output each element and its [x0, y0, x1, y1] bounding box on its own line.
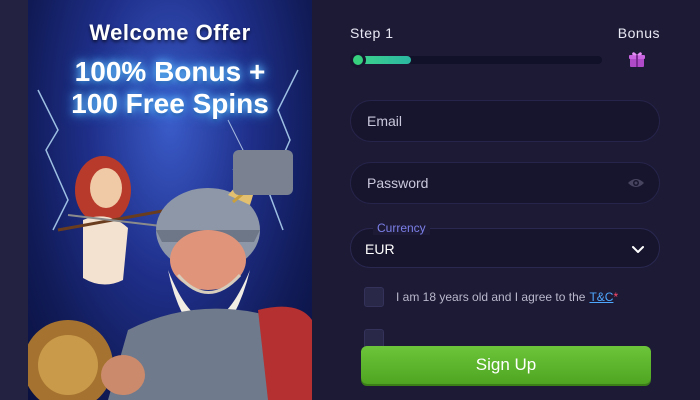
terms-label: I am 18 years old and I agree to the: [396, 290, 586, 304]
viking-character-art: [28, 150, 312, 400]
signup-form: Step 1 Bonus Currency EUR I am 18 years …: [312, 0, 700, 400]
step-progress-bar: [350, 52, 602, 68]
promo-title: Welcome Offer: [89, 20, 251, 45]
step-progress-indicator: [350, 52, 366, 68]
step-label: Step 1: [350, 25, 394, 41]
backdrop-left: [0, 0, 28, 400]
chevron-down-icon[interactable]: [631, 242, 645, 256]
password-field[interactable]: [350, 162, 660, 204]
terms-checkbox[interactable]: [364, 287, 384, 307]
terms-text: I am 18 years old and I agree to the T&C*: [396, 290, 618, 304]
terms-row: I am 18 years old and I agree to the T&C*: [364, 286, 618, 308]
eye-icon[interactable]: [627, 176, 645, 190]
currency-select[interactable]: Currency EUR: [350, 221, 660, 268]
currency-label: Currency: [373, 221, 430, 235]
email-field[interactable]: [350, 100, 660, 142]
promo-banner: Welcome Offer 100% Bonus + 100 Free Spin…: [28, 0, 312, 400]
currency-value: EUR: [365, 241, 395, 257]
password-input[interactable]: [351, 163, 659, 203]
sign-up-button[interactable]: Sign Up: [361, 346, 651, 384]
email-input[interactable]: [351, 101, 659, 141]
gift-icon: [629, 52, 645, 67]
required-marker: *: [613, 290, 619, 304]
bonus-label: Bonus: [617, 25, 660, 41]
promo-headline-line1: 100% Bonus +: [74, 56, 266, 87]
terms-link[interactable]: T&C: [589, 290, 613, 304]
